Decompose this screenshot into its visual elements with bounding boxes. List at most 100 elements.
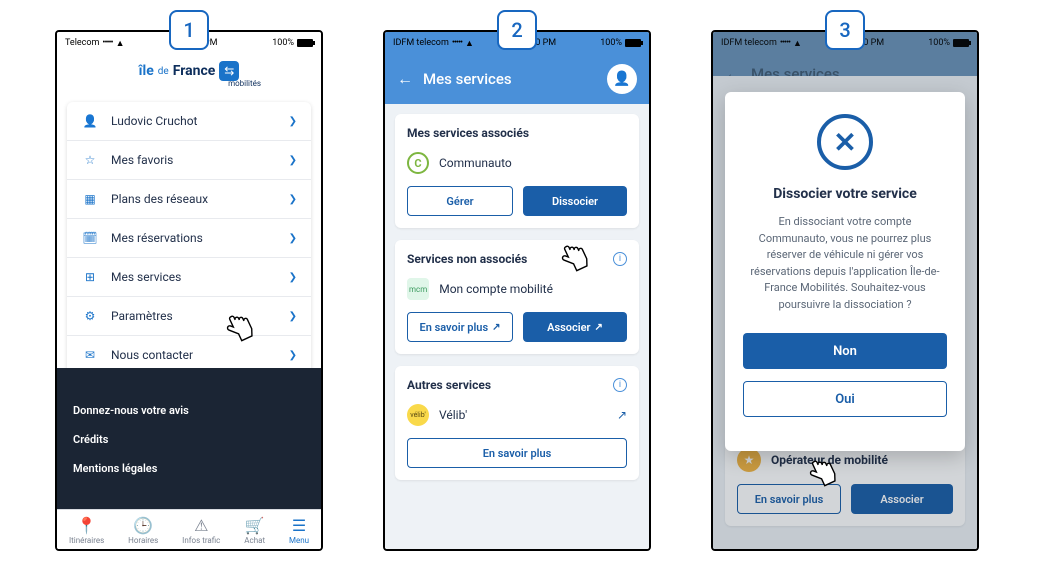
- section-title: Mes services associés: [407, 126, 529, 140]
- service-row-velib: vélib' Vélib' ↗: [407, 404, 627, 426]
- carrier-label: Telecom: [65, 38, 99, 48]
- velib-icon: vélib': [407, 404, 429, 426]
- nav-trafic[interactable]: ⚠ Infos trafic: [182, 516, 220, 545]
- dialog-body: En dissociant votre compte Communauto, v…: [743, 214, 947, 313]
- battery-icon: [625, 39, 641, 47]
- nav-horaires[interactable]: 🕒 Horaires: [128, 516, 158, 545]
- menu-item-label: Paramètres: [111, 309, 289, 323]
- nav-itineraires[interactable]: 📍 Itinéraires: [69, 516, 104, 545]
- menu-item-label: Plans des réseaux: [111, 192, 289, 206]
- brand-france: France: [173, 63, 216, 79]
- external-link-icon: ↗: [594, 322, 602, 333]
- nav-achat[interactable]: 🛒 Achat: [244, 516, 265, 545]
- battery-icon: [297, 39, 313, 47]
- step-badge: 1: [169, 10, 209, 50]
- card-unassociated-services: Services non associés i mcm Mon compte m…: [395, 240, 639, 354]
- card-associated-services: Mes services associés C Communauto Gérer…: [395, 114, 639, 228]
- star-icon: ☆: [81, 153, 99, 167]
- user-icon: 👤: [613, 71, 630, 87]
- hamburger-icon: ☰: [289, 516, 309, 535]
- add-square-icon: ⊞: [81, 270, 99, 284]
- service-name: Vélib': [439, 408, 467, 422]
- cart-icon: 🛒: [244, 516, 265, 535]
- dialog-no-button[interactable]: Non: [743, 333, 947, 369]
- section-title: Services non associés: [407, 252, 527, 266]
- brand-ile: île: [139, 63, 154, 79]
- info-icon[interactable]: i: [613, 252, 627, 266]
- btn-label: En savoir plus: [419, 321, 488, 334]
- service-row-communauto: C Communauto: [407, 152, 627, 174]
- menu-item-label: Mes services: [111, 270, 289, 284]
- mail-icon: ✉: [81, 348, 99, 362]
- service-name: Communauto: [439, 156, 512, 170]
- carrier-label: IDFM telecom: [393, 38, 449, 48]
- chevron-right-icon: ❯: [289, 116, 297, 127]
- phone-screen-2: IDFM telecom ••••• ▲ 12:00 PM 100% ← Mes…: [383, 30, 651, 551]
- card-other-services: Autres services i vélib' Vélib' ↗ En sav…: [395, 366, 639, 480]
- learn-more-button[interactable]: En savoir plus ↗: [407, 312, 513, 342]
- page-title: Mes services: [423, 70, 597, 88]
- dissociate-button[interactable]: Dissocier: [523, 186, 627, 216]
- nav-label: Itinéraires: [69, 536, 104, 545]
- gear-icon: ⚙: [81, 309, 99, 323]
- brand-header: îledeFrance ⇆ mobilités: [57, 54, 321, 96]
- bottom-nav: 📍 Itinéraires 🕒 Horaires ⚠ Infos trafic …: [57, 509, 321, 549]
- nav-label: Achat: [244, 536, 265, 545]
- wifi-icon: ▲: [116, 38, 125, 49]
- nav-label: Infos trafic: [182, 536, 220, 545]
- menu-item-profile[interactable]: 👤 Ludovic Cruchot ❯: [67, 102, 311, 141]
- brand-de: de: [158, 66, 169, 77]
- signal-dots-icon: •••••: [102, 38, 112, 48]
- dissociate-dialog: ✕ Dissocier votre service En dissociant …: [725, 92, 965, 451]
- brand-logo-icon: ⇆: [219, 61, 239, 81]
- menu-item-plans[interactable]: ▦ Plans des réseaux ❯: [67, 180, 311, 219]
- communauto-icon: C: [407, 152, 429, 174]
- btn-label: Associer: [547, 321, 590, 334]
- pin-icon: 📍: [69, 516, 104, 535]
- service-name: Mon compte mobilité: [439, 282, 553, 296]
- chevron-right-icon: ❯: [289, 350, 297, 361]
- service-row-mcm: mcm Mon compte mobilité: [407, 278, 627, 300]
- chevron-right-icon: ❯: [289, 194, 297, 205]
- battery-label: 100%: [272, 38, 294, 48]
- footer-panel: Donnez-nous votre avis Crédits Mentions …: [57, 368, 321, 509]
- menu-item-favoris[interactable]: ☆ Mes favoris ❯: [67, 141, 311, 180]
- network-icon: ▦: [81, 192, 99, 206]
- menu-item-parametres[interactable]: ⚙ Paramètres ❯: [67, 297, 311, 336]
- section-title: Autres services: [407, 378, 491, 392]
- nav-label: Horaires: [128, 536, 158, 545]
- learn-more-button[interactable]: En savoir plus: [407, 438, 627, 468]
- step-badge: 2: [497, 10, 537, 50]
- associate-button[interactable]: Associer ↗: [523, 312, 627, 342]
- user-icon: 👤: [81, 114, 99, 128]
- footer-link-feedback[interactable]: Donnez-nous votre avis: [73, 404, 305, 417]
- phone-screen-3: IDFM telecom ••••• ▲ 12:00 PM 100% ← Mes…: [711, 30, 979, 551]
- dialog-yes-button[interactable]: Oui: [743, 381, 947, 417]
- wifi-icon: ▲: [465, 38, 474, 49]
- signal-dots-icon: •••••: [452, 38, 462, 48]
- menu-item-label: Ludovic Cruchot: [111, 114, 289, 128]
- menu-item-label: Nous contacter: [111, 348, 289, 362]
- dialog-heading: Dissocier votre service: [743, 186, 947, 202]
- scroll-area[interactable]: Mes services associés C Communauto Gérer…: [385, 104, 649, 549]
- battery-label: 100%: [600, 38, 622, 48]
- manage-button[interactable]: Gérer: [407, 186, 513, 216]
- back-arrow-icon[interactable]: ←: [397, 69, 413, 89]
- profile-button[interactable]: 👤: [607, 64, 637, 94]
- phone-screen-1: Telecom ••••• ▲ 12:00 PM 100% îledeFranc…: [55, 30, 323, 551]
- footer-link-legal[interactable]: Mentions légales: [73, 462, 305, 475]
- calendar-icon: 🗓: [81, 231, 99, 245]
- external-link-icon[interactable]: ↗: [617, 408, 627, 422]
- menu-item-services[interactable]: ⊞ Mes services ❯: [67, 258, 311, 297]
- chevron-right-icon: ❯: [289, 272, 297, 283]
- menu-item-label: Mes réservations: [111, 231, 289, 245]
- close-circle-icon: ✕: [817, 114, 873, 170]
- footer-link-credits[interactable]: Crédits: [73, 433, 305, 446]
- menu-item-reservations[interactable]: 🗓 Mes réservations ❯: [67, 219, 311, 258]
- nav-menu[interactable]: ☰ Menu: [289, 516, 309, 545]
- info-icon[interactable]: i: [613, 378, 627, 392]
- clock-icon: 🕒: [128, 516, 158, 535]
- chevron-right-icon: ❯: [289, 311, 297, 322]
- menu-card: 👤 Ludovic Cruchot ❯ ☆ Mes favoris ❯ ▦ Pl…: [67, 102, 311, 374]
- nav-label: Menu: [289, 536, 309, 545]
